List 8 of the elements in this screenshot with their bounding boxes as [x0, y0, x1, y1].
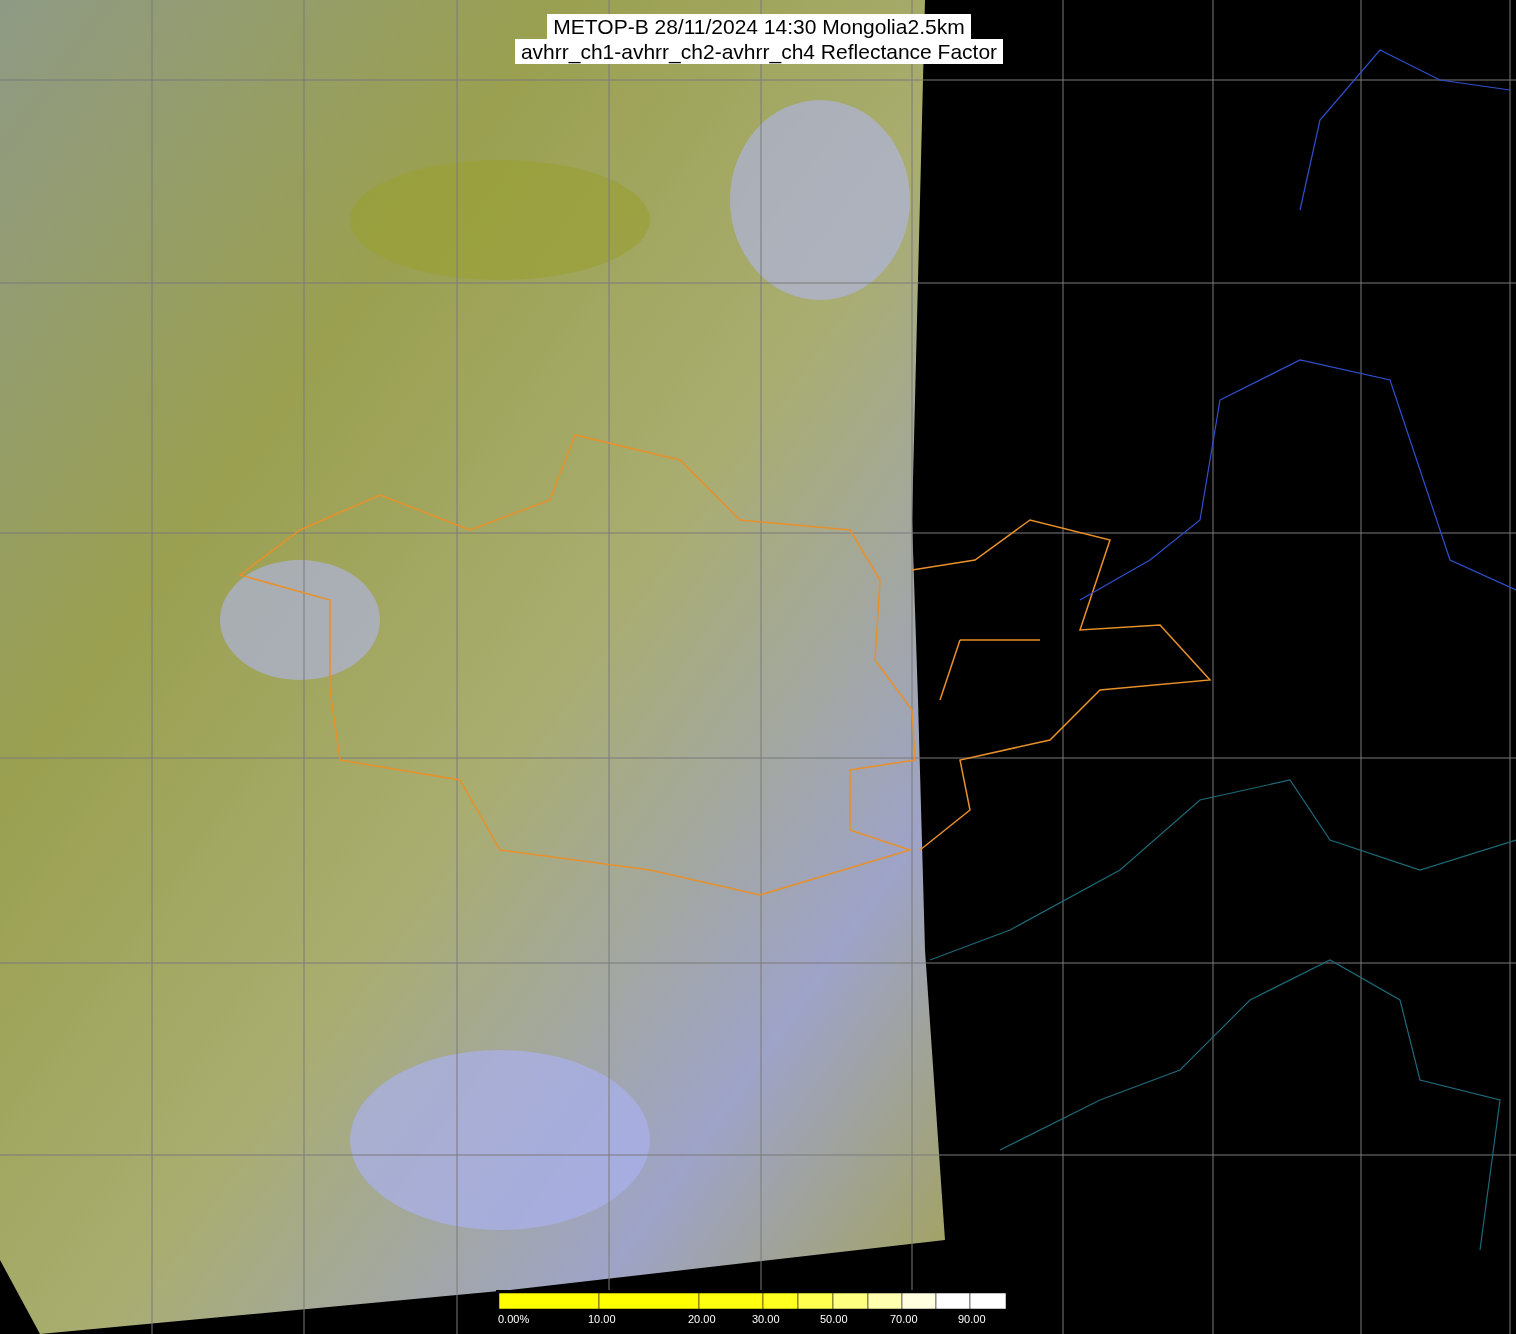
tick-label: 70.00 [890, 1312, 918, 1326]
image-title: METOP-B 28/11/2024 14:30 Mongolia2.5km avhrr_ch1-avhrr_ch2-avhrr_ch4 Reflectance Factor [474, 14, 1044, 64]
tick-label: 10.00 [588, 1312, 616, 1326]
tick-label: 30.00 [752, 1312, 780, 1326]
tick-label: 90.00 [958, 1312, 986, 1326]
tick-label: 0.00% [498, 1312, 530, 1326]
tick-label: 50.00 [820, 1312, 848, 1326]
tick-label: 20.00 [688, 1312, 716, 1326]
